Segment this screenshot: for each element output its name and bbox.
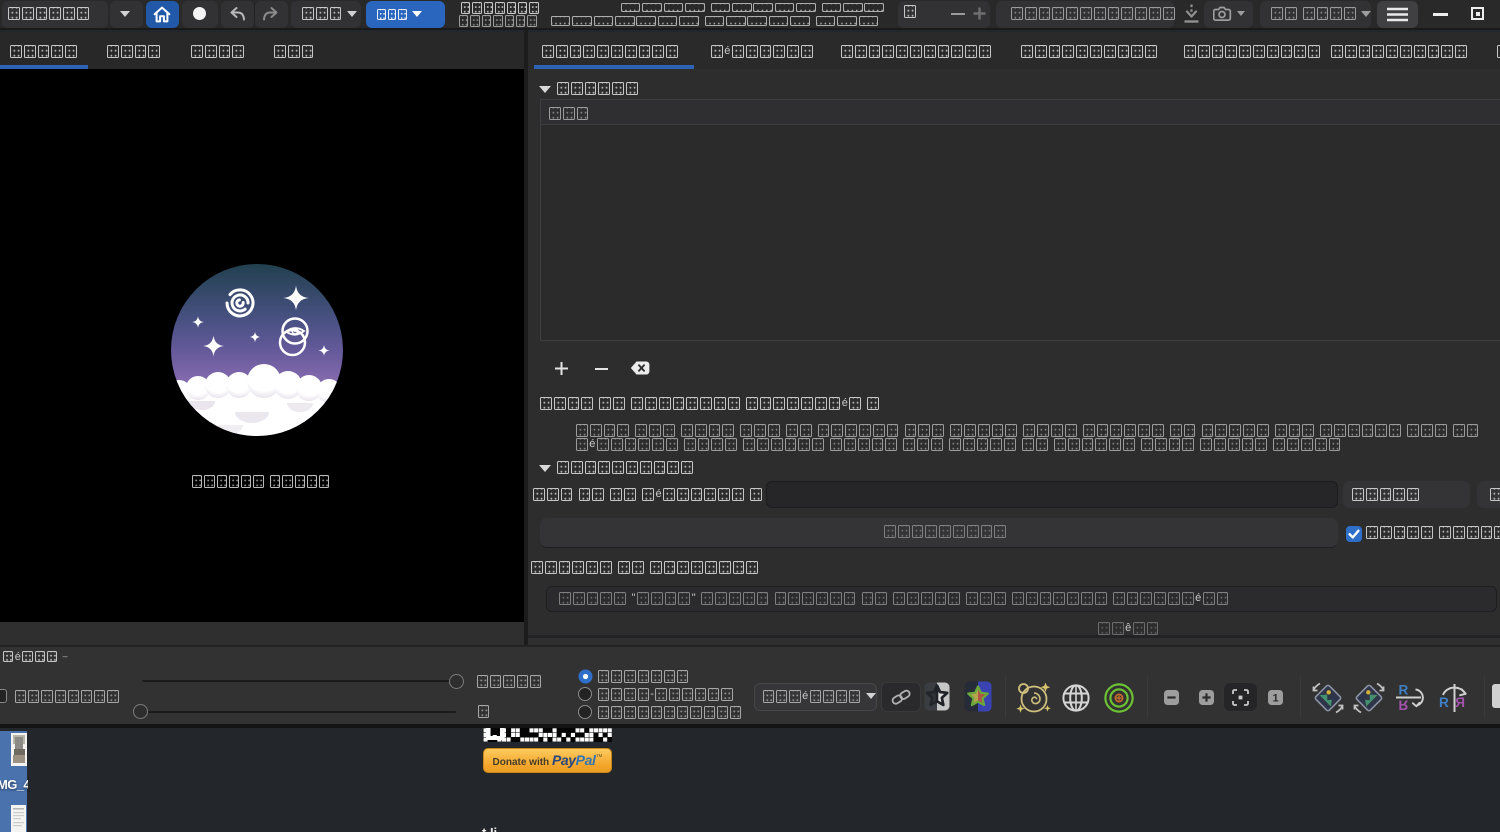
svg-text:R: R [1455, 695, 1465, 710]
svg-text:R: R [1399, 698, 1409, 713]
svg-text:1: 1 [1272, 693, 1278, 705]
svg-text:R: R [1399, 683, 1409, 698]
svg-text:R: R [1439, 695, 1449, 710]
